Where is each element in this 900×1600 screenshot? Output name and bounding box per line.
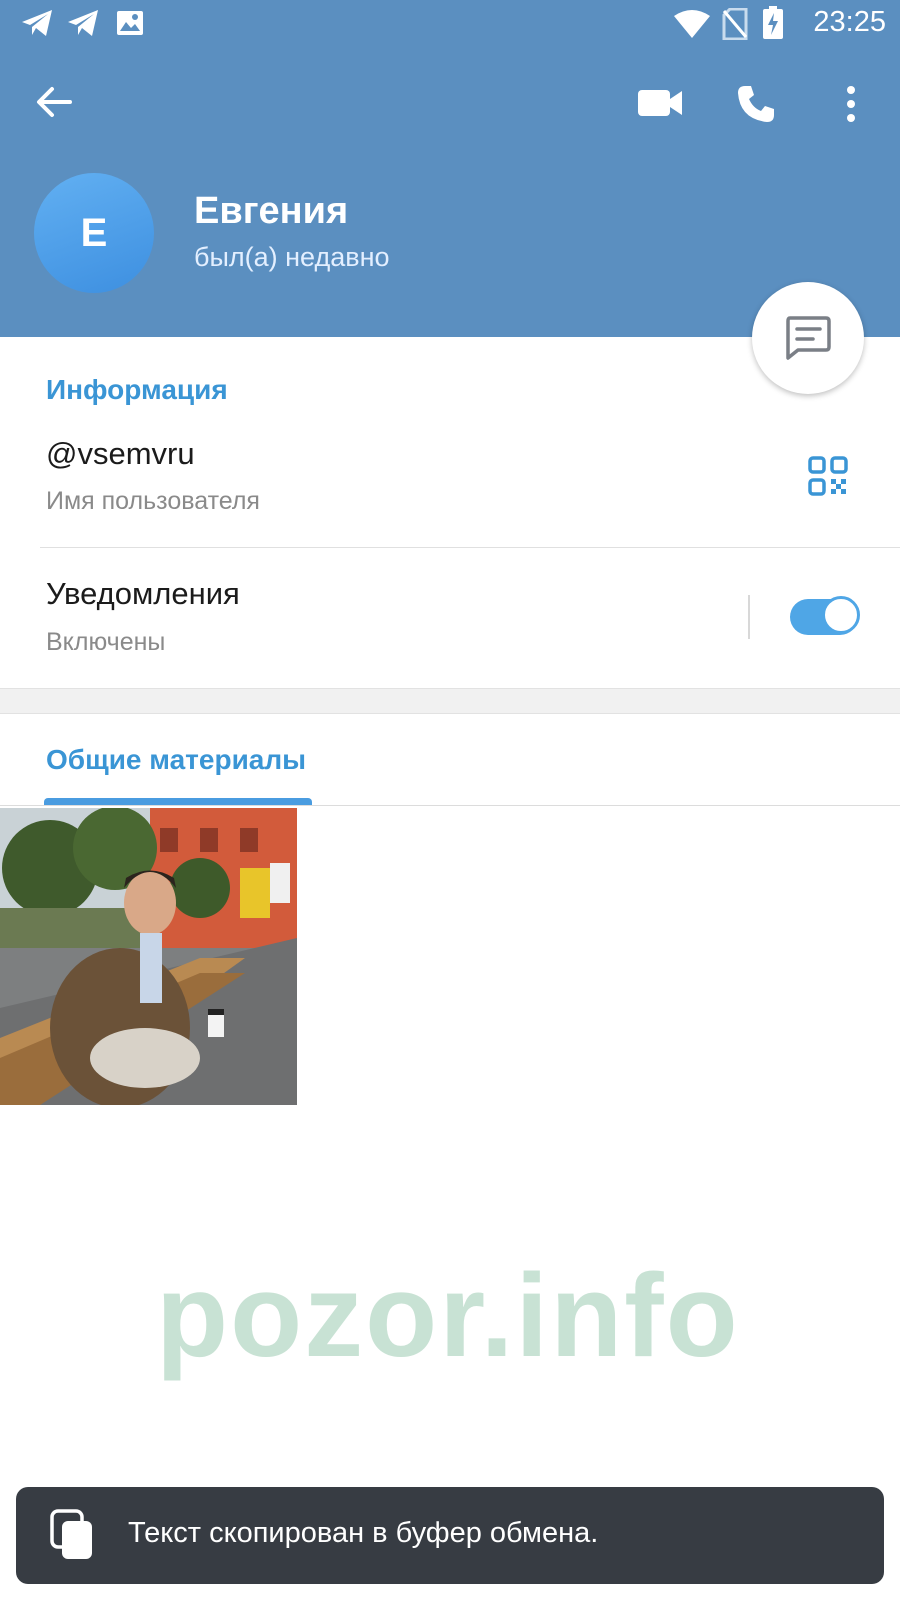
shared-photo-thumbnail[interactable] [0,808,297,1105]
tabs-divider [0,805,900,806]
notifications-toggle[interactable] [790,596,860,635]
section-gap [0,688,900,714]
username-value[interactable]: @vsemvru [46,436,195,472]
toggle-knob [822,596,860,634]
copied-snackbar: Текст скопирован в буфер обмена. [16,1487,884,1584]
avatar[interactable]: E [34,173,154,293]
last-seen-status: был(а) недавно [194,242,390,272]
snackbar-message: Текст скопирован в буфер обмена. [128,1517,599,1549]
username-label: Имя пользователя [46,487,260,515]
more-vertical-icon[interactable] [846,86,856,122]
telegram-icon [22,10,52,36]
chat-bubble-icon [786,316,831,360]
profile-name: Евгения [194,190,349,232]
vertical-separator [748,595,750,639]
send-message-button[interactable] [752,282,864,394]
row-divider [40,547,900,548]
clock: 23:25 [813,6,886,38]
wifi-icon [674,10,710,38]
info-section-title: Информация [46,374,228,405]
video-call-icon[interactable] [638,88,684,118]
watermark-text: pozor.info [156,1250,740,1382]
telegram-icon [68,10,98,36]
tab-shared-media[interactable]: Общие материалы [46,744,306,776]
phone-icon[interactable] [736,84,776,124]
profile-header: 23:25 E Евгения был(а) недавно [0,0,900,337]
qr-code-icon[interactable] [808,456,848,496]
notifications-state: Включены [46,628,166,656]
tab-indicator [44,798,312,805]
battery-charging-icon [763,6,783,39]
status-bar: 23:25 [0,0,900,50]
image-icon [117,11,143,35]
no-sim-icon [722,8,748,40]
back-arrow-icon[interactable] [34,84,74,120]
notifications-title[interactable]: Уведомления [46,576,240,612]
copy-icon [50,1509,92,1559]
